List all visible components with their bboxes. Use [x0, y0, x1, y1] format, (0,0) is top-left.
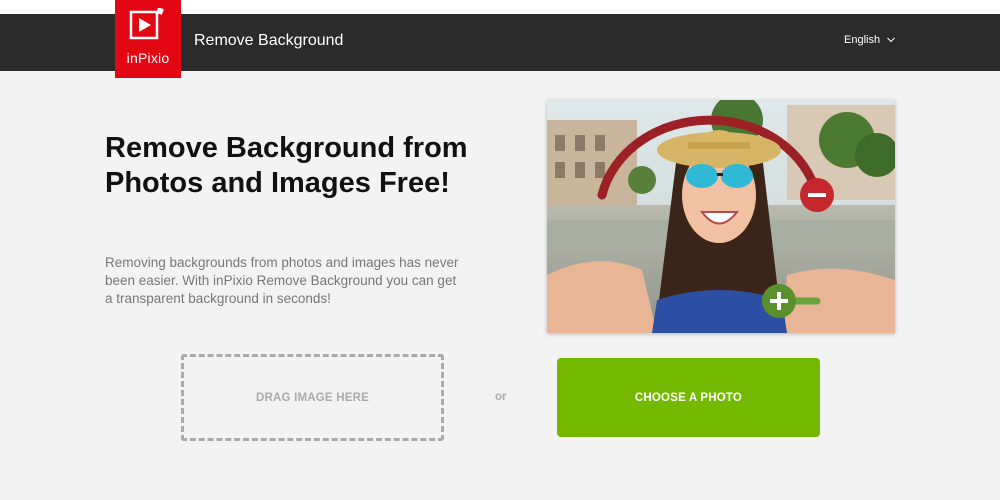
app-title[interactable]: Remove Background: [194, 32, 343, 50]
hero-title: Remove Background from Photos and Images…: [105, 132, 468, 199]
play-logo-icon: [129, 8, 164, 40]
minus-icon: [800, 178, 834, 212]
hero-photo: [547, 100, 895, 333]
choose-photo-button[interactable]: CHOOSE A PHOTO: [557, 358, 820, 437]
language-selector[interactable]: English: [844, 34, 896, 46]
inpixio-logo[interactable]: inPixio: [115, 0, 181, 78]
logo-text: inPixio: [126, 50, 170, 66]
or-separator: or: [495, 391, 507, 403]
choose-photo-label: CHOOSE A PHOTO: [634, 391, 743, 404]
chevron-down-icon: [887, 37, 895, 43]
drop-zone-label: DRAG IMAGE HERE: [256, 391, 369, 404]
drag-image-dropzone[interactable]: DRAG IMAGE HERE: [181, 354, 444, 441]
hero-description: Removing backgrounds from photos and ima…: [105, 255, 459, 306]
language-label: English: [844, 34, 881, 46]
